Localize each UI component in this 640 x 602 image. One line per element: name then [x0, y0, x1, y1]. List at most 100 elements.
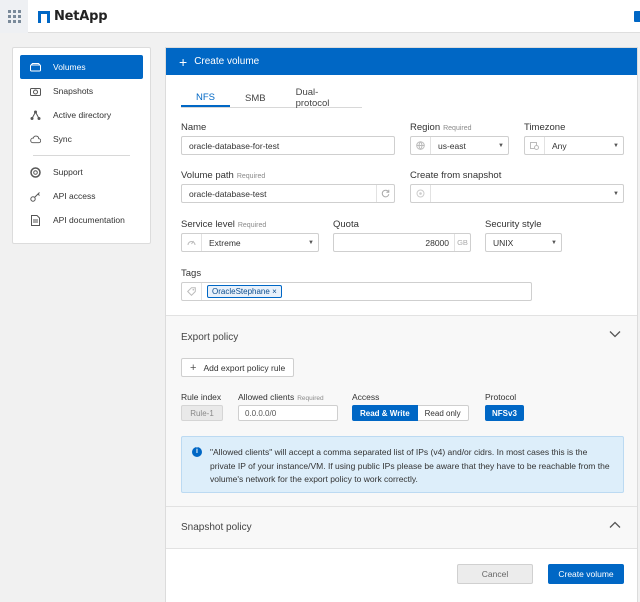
chevron-down-icon: ▼: [498, 142, 504, 149]
calendar-clock-icon: [525, 137, 545, 154]
tag-icon: [182, 283, 202, 300]
add-export-policy-rule-button[interactable]: + Add export policy rule: [181, 358, 295, 377]
allowed-clients-label: Allowed clients Required: [238, 392, 324, 402]
service-level-label: Service level Required: [181, 219, 267, 230]
sidebar-item-active-directory[interactable]: Active directory: [20, 103, 143, 127]
chevron-down-icon: ▼: [551, 239, 557, 246]
camera-icon: [30, 86, 41, 97]
region-select[interactable]: us-east ▼: [410, 136, 509, 155]
protocol-label: Protocol: [485, 392, 517, 402]
name-value: oracle-database-for-test: [189, 140, 280, 151]
tab-smb[interactable]: SMB: [230, 89, 281, 107]
sidebar-item-snapshots[interactable]: Snapshots: [20, 79, 143, 103]
access-label: Access: [352, 392, 380, 402]
chevron-down-icon: ▼: [613, 190, 619, 197]
quota-unit: GB: [454, 234, 470, 251]
tab-nfs[interactable]: NFS: [181, 89, 230, 107]
key-icon: [30, 191, 41, 202]
chevron-down-icon: ▼: [613, 142, 619, 149]
timezone-label: Timezone: [524, 122, 566, 133]
name-label: Name: [181, 122, 207, 133]
quota-input[interactable]: 28000 GB: [333, 233, 471, 252]
volume-path-label: Volume path Required: [181, 170, 266, 181]
quota-label: Quota: [333, 219, 359, 230]
panel-title: Create volume: [194, 56, 260, 67]
region-value: us-east: [438, 140, 466, 151]
lifebuoy-icon: [30, 166, 41, 178]
gauge-icon: [182, 234, 202, 251]
sidebar-item-label: Snapshots: [53, 86, 94, 96]
sidebar-item-label: Volumes: [53, 62, 86, 72]
netapp-logo[interactable]: NetApp: [38, 9, 108, 24]
sidebar-item-api-documentation[interactable]: API documentation: [20, 208, 143, 232]
volume-path-value: oracle-database-test: [189, 188, 267, 199]
cancel-button[interactable]: Cancel: [457, 564, 533, 584]
volume-path-input[interactable]: oracle-database-test: [181, 184, 395, 203]
sidebar-item-sync[interactable]: Sync: [20, 127, 143, 151]
info-text: "Allowed clients" will accept a comma se…: [210, 447, 610, 484]
tag-chip[interactable]: OracleStephane ×: [207, 285, 282, 298]
create-volume-panel: + Create volume NFS SMB Dual-protocol Na…: [165, 47, 638, 602]
allowed-clients-input[interactable]: 0.0.0.0/0: [238, 405, 338, 421]
info-icon: i: [192, 447, 202, 457]
sidebar-item-label: API access: [53, 191, 96, 201]
name-input[interactable]: oracle-database-for-test: [181, 136, 395, 155]
create-volume-button[interactable]: Create volume: [548, 564, 624, 584]
service-level-select[interactable]: Extreme ▼: [181, 233, 319, 252]
top-bar: NetApp: [0, 0, 640, 33]
refresh-icon[interactable]: [376, 185, 394, 202]
protocol-tabs: NFS SMB Dual-protocol: [181, 87, 362, 109]
nfsv3-button[interactable]: NFSv3: [485, 405, 524, 421]
tag-remove-icon[interactable]: ×: [272, 287, 277, 296]
security-style-select[interactable]: UNIX ▼: [485, 233, 562, 252]
region-label: Region Required: [410, 122, 472, 133]
allowed-clients-info: i "Allowed clients" will accept a comma …: [181, 436, 624, 493]
apps-grid-icon: [7, 10, 21, 23]
cloud-sync-icon: [30, 134, 41, 145]
export-policy-title[interactable]: Export policy: [181, 332, 238, 343]
security-style-value: UNIX: [493, 237, 514, 248]
quota-value: 28000: [425, 237, 449, 248]
read-write-button[interactable]: Read & Write: [352, 405, 418, 421]
chevron-down-icon[interactable]: [609, 329, 621, 341]
sidebar-item-label: API documentation: [53, 215, 125, 225]
globe-icon: [411, 137, 431, 154]
rule-index-value: Rule-1: [181, 405, 223, 421]
sidebar-divider: [33, 155, 130, 156]
chevron-down-icon: ▼: [308, 239, 314, 246]
chevron-up-icon[interactable]: [609, 520, 621, 532]
access-toggle: Read & Write Read only: [352, 405, 469, 421]
plus-icon: +: [190, 361, 197, 374]
document-icon: [30, 214, 41, 226]
apps-menu-button[interactable]: [0, 0, 28, 33]
timezone-value: Any: [552, 140, 567, 151]
tab-dual-protocol[interactable]: Dual-protocol: [281, 87, 362, 109]
sidebar-item-api-access[interactable]: API access: [20, 184, 143, 208]
section-divider: [166, 548, 637, 549]
plus-icon: +: [179, 53, 188, 70]
create-from-snapshot-label: Create from snapshot: [410, 170, 502, 181]
add-rule-label: Add export policy rule: [203, 362, 286, 373]
read-only-button[interactable]: Read only: [417, 405, 469, 421]
volume-icon: [30, 62, 41, 73]
snapshot-icon: [411, 185, 431, 202]
sidebar-item-label: Sync: [53, 134, 72, 144]
sidebar-item-label: Active directory: [53, 110, 112, 120]
timezone-select[interactable]: Any ▼: [524, 136, 624, 155]
snapshot-select[interactable]: ▼: [410, 184, 624, 203]
sidebar-item-support[interactable]: Support: [20, 160, 143, 184]
tags-label: Tags: [181, 268, 202, 279]
sidebar: Volumes Snapshots Active directory Sync …: [12, 47, 151, 244]
sidebar-item-label: Support: [53, 167, 83, 177]
network-icon: [30, 110, 41, 121]
security-style-label: Security style: [485, 219, 542, 230]
sidebar-item-volumes[interactable]: Volumes: [20, 55, 143, 79]
snapshot-policy-title[interactable]: Snapshot policy: [181, 522, 252, 533]
panel-header: + Create volume: [166, 48, 637, 75]
brand-name: NetApp: [54, 9, 108, 24]
netapp-logo-icon: [38, 10, 50, 23]
tags-input[interactable]: OracleStephane ×: [181, 282, 532, 301]
service-level-value: Extreme: [209, 237, 241, 248]
user-menu-icon[interactable]: [634, 11, 640, 22]
rule-index-label: Rule index: [181, 392, 222, 402]
